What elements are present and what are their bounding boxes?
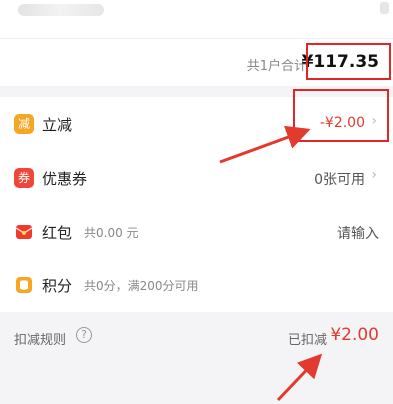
blurred-corner-icon xyxy=(380,2,389,14)
deducted-label: 已扣减 xyxy=(287,333,327,348)
coin-stack-icon xyxy=(14,275,34,295)
row-hongbao: 红包 共0.00 元 请输入 xyxy=(0,205,393,259)
question-circle-icon[interactable]: ? xyxy=(76,327,92,343)
row-label: 红包 xyxy=(42,224,73,242)
row-label: 立减 xyxy=(42,116,73,134)
chevron-right-icon: › xyxy=(371,167,377,183)
total-label: 共1户合计 xyxy=(246,59,307,74)
deduction-rules-label[interactable]: 扣减规则 xyxy=(14,329,66,348)
annotation-box-total xyxy=(306,43,391,80)
red-envelope-icon xyxy=(14,222,34,242)
row-coupon[interactable]: 券 优惠券 0张可用 › xyxy=(0,151,393,205)
divider xyxy=(0,38,393,39)
annotation-arrow-footer xyxy=(276,353,323,402)
points-balance: 共0分，满200分可用 xyxy=(84,279,199,293)
hongbao-balance: 共0.00 元 xyxy=(84,226,139,240)
coupon-ticket-icon: 券 xyxy=(14,168,34,188)
hongbao-input[interactable]: 请输入 xyxy=(337,223,379,243)
row-label: 优惠券 xyxy=(42,170,88,188)
row-points: 积分 共0分，满200分可用 xyxy=(0,258,393,312)
discount-badge-icon: 减 xyxy=(14,114,34,134)
row-label: 积分 xyxy=(42,277,73,295)
coupon-available-count: 0张可用 xyxy=(314,172,365,188)
annotation-box-discount xyxy=(293,89,389,142)
blurred-shop-name xyxy=(18,4,104,16)
deducted-amount: ¥2.00 xyxy=(330,325,379,345)
deduction-footer: 扣减规则 ? 已扣减 ¥2.00 xyxy=(0,312,393,360)
